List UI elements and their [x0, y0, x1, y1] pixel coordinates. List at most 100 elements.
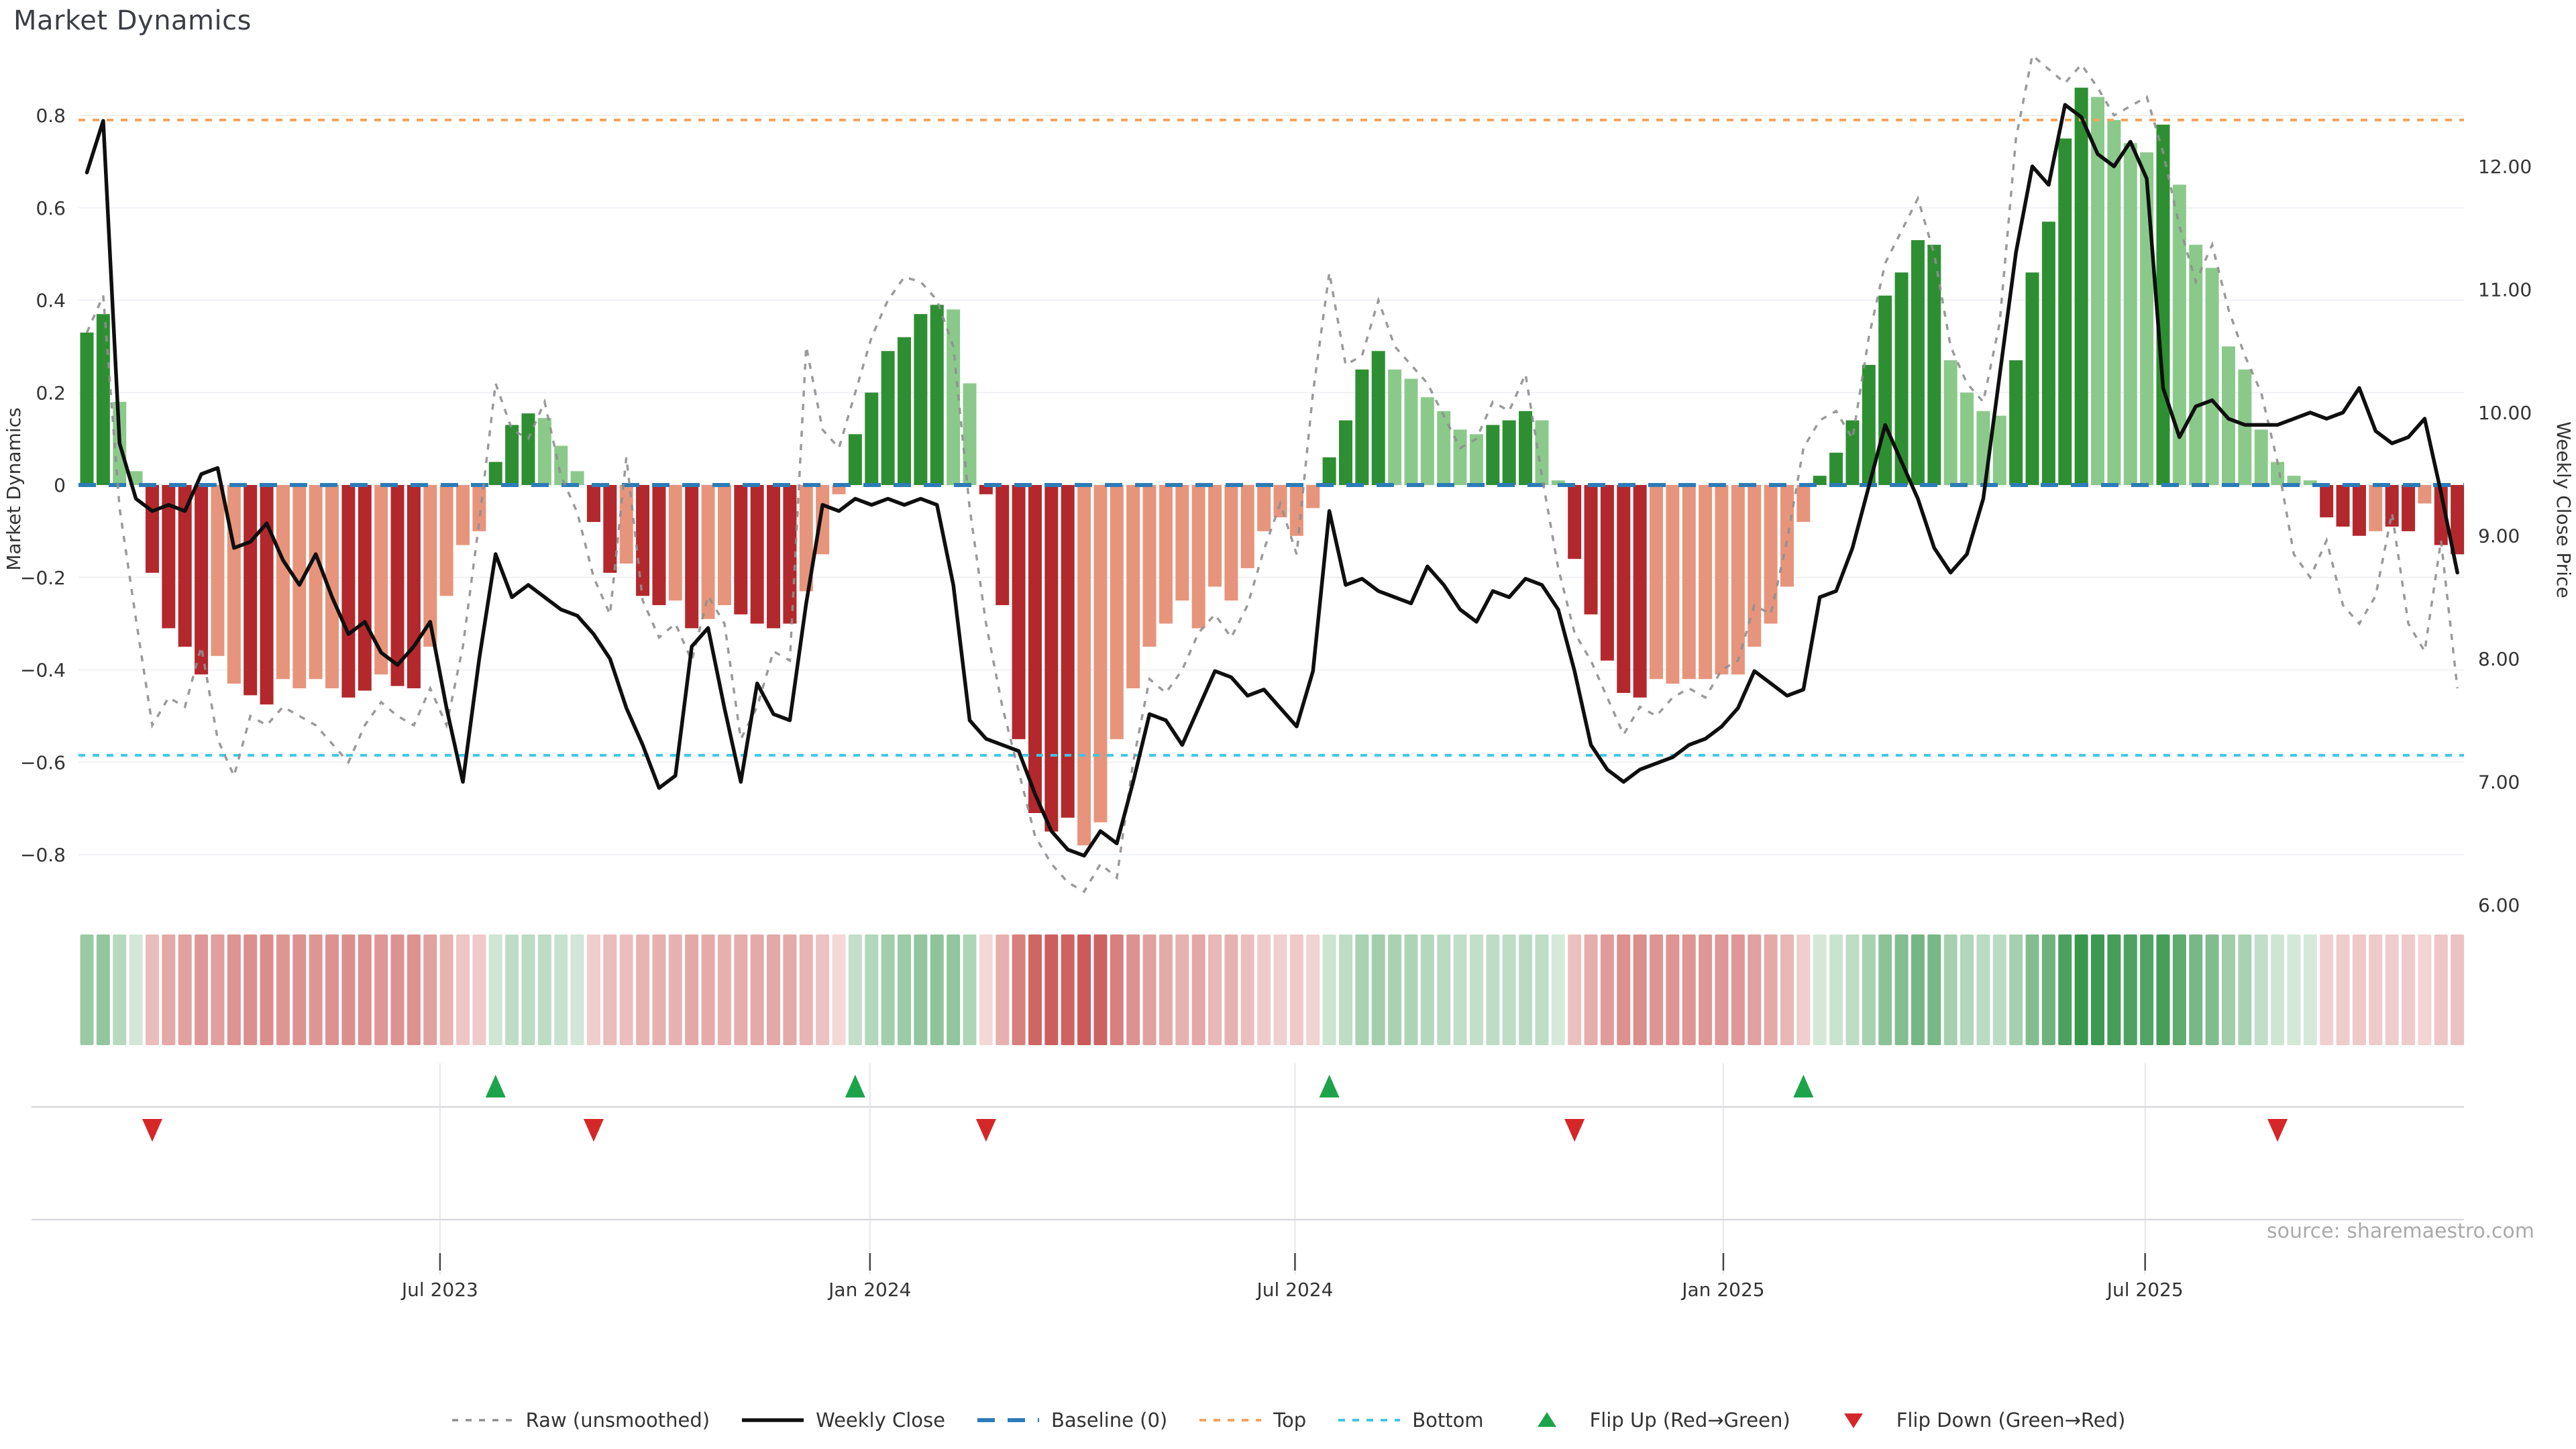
dynamics-bar [1796, 485, 1810, 522]
dynamics-bar [1372, 351, 1385, 485]
heatmap-cell [1241, 934, 1254, 1045]
legend-item[interactable]: Top [1198, 1409, 1306, 1432]
flip-up-marker [1320, 1075, 1340, 1097]
dynamics-bar [2124, 143, 2137, 485]
heatmap-cell [1796, 934, 1810, 1045]
dynamics-bar [1927, 245, 1941, 485]
heatmap-cell [195, 934, 208, 1045]
legend-item[interactable]: Bottom [1337, 1409, 1483, 1432]
dynamics-bar [1208, 485, 1222, 587]
dynamics-bar [669, 485, 682, 600]
legend-item[interactable]: Weekly Close [741, 1409, 945, 1432]
dynamics-bar [1993, 416, 2006, 485]
flip-down-marker [584, 1119, 604, 1142]
chart-legend: Raw (unsmoothed) Weekly Close Baseline (0)… [0, 1409, 2576, 1432]
heatmap-cell [603, 934, 616, 1045]
market-dynamics-dashboard: Market Dynamics 0.80.60.40.20−0.2−0.4−0.… [0, 0, 2576, 1449]
dynamics-bar [554, 445, 568, 485]
dynamics-bar [521, 413, 535, 485]
flip-up-icon [1515, 1409, 1579, 1432]
dynamics-bar [898, 337, 911, 485]
heatmap-cell [2206, 934, 2219, 1045]
heatmap-cell [391, 934, 405, 1045]
heatmap-cell [1682, 934, 1696, 1045]
y-axis-tick-label-left: −0.8 [20, 844, 66, 866]
heatmap-cell [1224, 934, 1238, 1045]
dynamics-bar [1388, 370, 1401, 485]
heatmap-cell [1192, 934, 1205, 1045]
heatmap-cell [1077, 934, 1091, 1045]
market-dynamics-chart: 0.80.60.40.20−0.2−0.4−0.6−0.8Market Dyna… [0, 0, 2576, 1449]
heatmap-cell [1748, 934, 1761, 1045]
legend-item[interactable]: Flip Down (Green→Red) [1821, 1409, 2126, 1432]
heatmap-cell [1895, 934, 1909, 1045]
heatmap-cell [1437, 934, 1450, 1045]
heatmap-cell [227, 934, 241, 1045]
dynamics-bar [1306, 485, 1320, 508]
dynamics-bar [636, 485, 649, 596]
dynamics-bar [767, 485, 780, 629]
heatmap-cell [914, 934, 927, 1045]
dynamics-bar [718, 485, 731, 605]
heatmap-cell [162, 934, 175, 1045]
heatmap-cell [1960, 934, 1974, 1045]
dynamics-bar [1715, 485, 1729, 674]
heatmap-cell [1372, 934, 1385, 1045]
heatmap-cell [2026, 934, 2039, 1045]
dynamics-bar [1224, 485, 1238, 600]
heatmap-cell [1731, 934, 1745, 1045]
y-axis-tick-label-left: 0.4 [36, 290, 66, 312]
heatmap-cell [979, 934, 993, 1045]
heatmap-cell [489, 934, 502, 1045]
dynamics-bar [1845, 421, 1859, 485]
legend-item[interactable]: Flip Up (Red→Green) [1515, 1409, 1790, 1432]
heatmap-cell [2107, 934, 2121, 1045]
x-axis-tick-label: Jul 2024 [1255, 1279, 1333, 1301]
bottom-line-swatch [1337, 1409, 1401, 1432]
heatmap-cell [1633, 934, 1647, 1045]
dynamics-bar [1682, 485, 1696, 679]
heatmap-cell [849, 934, 862, 1045]
legend-label: Bottom [1412, 1409, 1483, 1432]
heatmap-cell [341, 934, 355, 1045]
legend-item[interactable]: Raw (unsmoothed) [451, 1409, 710, 1432]
dynamics-bar [1143, 485, 1157, 647]
dynamics-bar [996, 485, 1009, 605]
heatmap-cell [718, 934, 731, 1045]
heatmap-cell [2075, 934, 2088, 1045]
heatmap-cell [1454, 934, 1467, 1045]
heatmap-cell [587, 934, 600, 1045]
y-axis-tick-label-right: 12.00 [2478, 156, 2532, 178]
legend-label: Flip Down (Green→Red) [1896, 1409, 2126, 1432]
dynamics-bar [652, 485, 665, 605]
heatmap-cell [865, 934, 878, 1045]
dynamics-bar [1601, 485, 1614, 661]
heatmap-cell [898, 934, 911, 1045]
dynamics-bar [1192, 485, 1205, 629]
heatmap-cell [783, 934, 796, 1045]
dynamics-bar [1093, 485, 1107, 822]
heatmap-cell [1404, 934, 1417, 1045]
dynamics-bar [1486, 425, 1499, 485]
heatmap-cell [1306, 934, 1320, 1045]
heatmap-cell [1044, 934, 1058, 1045]
legend-label: Top [1273, 1409, 1306, 1432]
y-axis-tick-label-left: 0.2 [36, 382, 66, 404]
dynamics-bar [1829, 453, 1843, 485]
left-axis-title: Market Dynamics [3, 407, 25, 570]
heatmap-cell [1976, 934, 1990, 1045]
heatmap-cell [1290, 934, 1303, 1045]
dynamics-bar [1503, 421, 1516, 485]
heatmap-cell [309, 934, 323, 1045]
heatmap-cell [702, 934, 715, 1045]
dynamics-bar [865, 392, 878, 485]
heatmap-cell [146, 934, 159, 1045]
dynamics-bar [2353, 485, 2366, 536]
legend-item[interactable]: Baseline (0) [976, 1409, 1167, 1432]
dynamics-bar [391, 485, 405, 686]
heatmap-cell [472, 934, 486, 1045]
dynamics-bar [407, 485, 421, 688]
heatmap-cell [751, 934, 764, 1045]
dynamics-bar [1585, 485, 1598, 614]
dynamics-bar [505, 425, 519, 485]
